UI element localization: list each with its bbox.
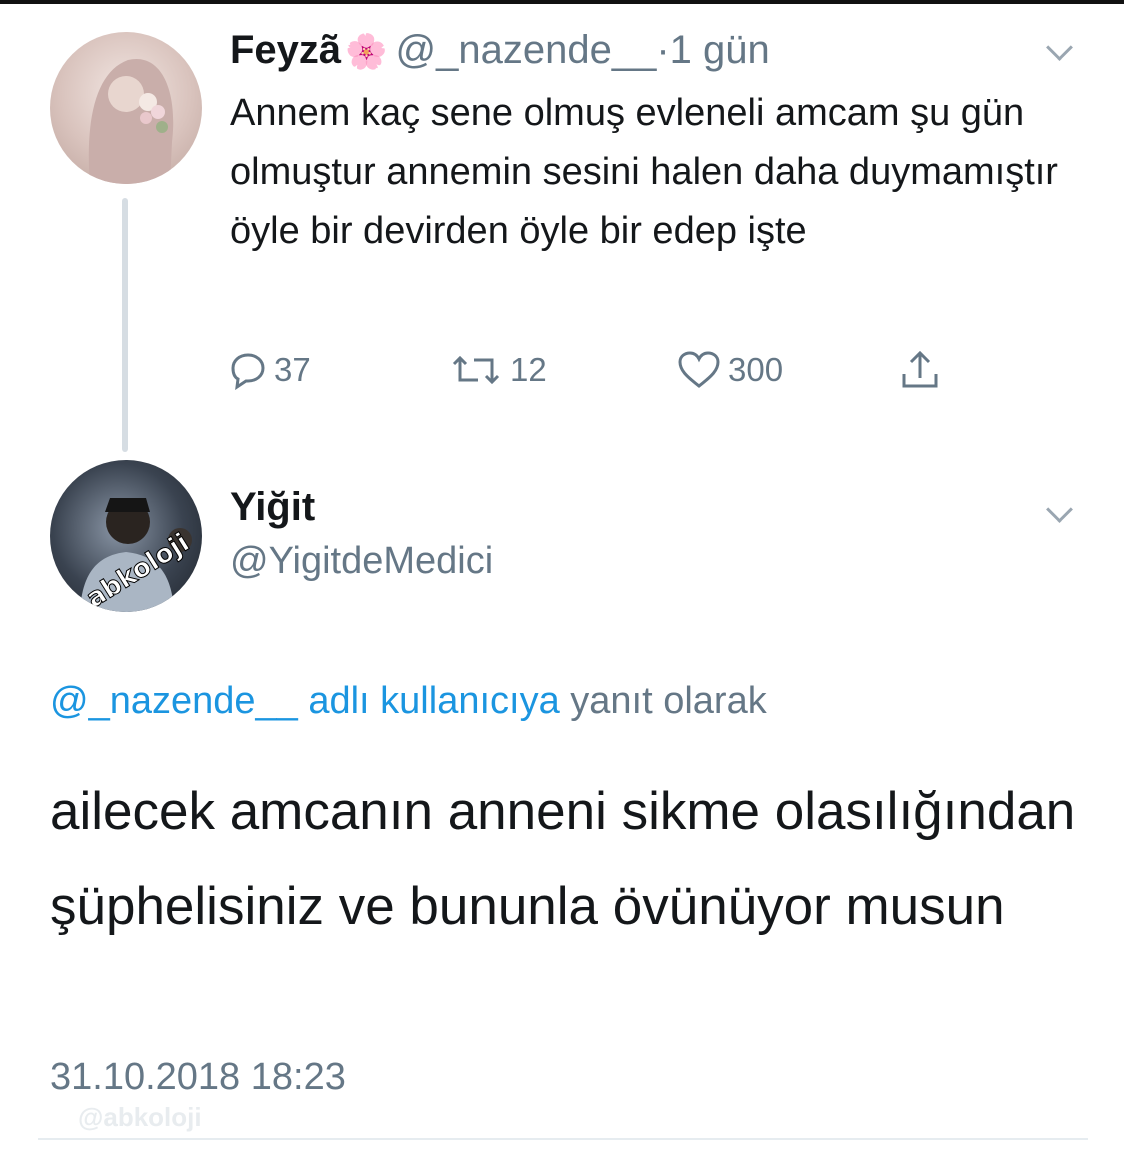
- top-border: [0, 0, 1124, 4]
- bottom-divider: [38, 1138, 1088, 1140]
- separator-dot: ·: [656, 28, 670, 72]
- replying-to: @_nazende__ adlı kullanıcıya yanıt olara…: [50, 680, 767, 723]
- author-name[interactable]: Feyzã: [230, 28, 341, 72]
- watermark: @abkoloji: [78, 1102, 202, 1132]
- replying-to-suffix: yanıt olarak: [570, 680, 767, 722]
- share-icon: [902, 350, 938, 388]
- avatar-image: abkoloji: [80, 498, 195, 612]
- reply-text: ailecek amcanın anneni sikme olasılığınd…: [50, 782, 1076, 936]
- author-handle[interactable]: @_nazende__: [396, 28, 657, 72]
- tweet-header: Feyzã 🌸 @_nazende__·1 gün: [230, 26, 770, 76]
- reply-icon: [231, 353, 265, 390]
- reply-author-name[interactable]: Yiğit: [230, 485, 315, 530]
- avatar-image: [88, 58, 174, 184]
- chevron-down-icon[interactable]: [1046, 34, 1073, 61]
- reply-button[interactable]: 37: [228, 346, 311, 394]
- like-count: 300: [728, 351, 784, 388]
- share-button[interactable]: [898, 346, 948, 394]
- reply-timestamp[interactable]: 31.10.2018 18:23: [50, 1056, 346, 1099]
- avatar[interactable]: [50, 32, 202, 184]
- thread-connector: [122, 198, 128, 452]
- avatar[interactable]: abkoloji: [50, 460, 202, 612]
- flower-emoji: 🌸: [345, 33, 388, 71]
- like-button[interactable]: 300: [676, 346, 783, 394]
- retweet-icon: [452, 355, 500, 385]
- reply-author-handle[interactable]: @YigitdeMedici: [230, 540, 493, 583]
- tweet-text: Annem kaç sene olmuş evleneli amcam şu g…: [230, 92, 1058, 252]
- retweet-count: 12: [510, 351, 547, 388]
- retweet-button[interactable]: 12: [448, 346, 547, 394]
- replying-to-middle[interactable]: adlı kullanıcıya: [308, 680, 559, 722]
- heart-icon: [678, 351, 720, 388]
- tweet-time[interactable]: 1 gün: [670, 28, 770, 72]
- replying-to-handle[interactable]: @_nazende__: [50, 680, 298, 722]
- chevron-down-icon[interactable]: [1046, 496, 1073, 523]
- reply-count: 37: [274, 351, 311, 388]
